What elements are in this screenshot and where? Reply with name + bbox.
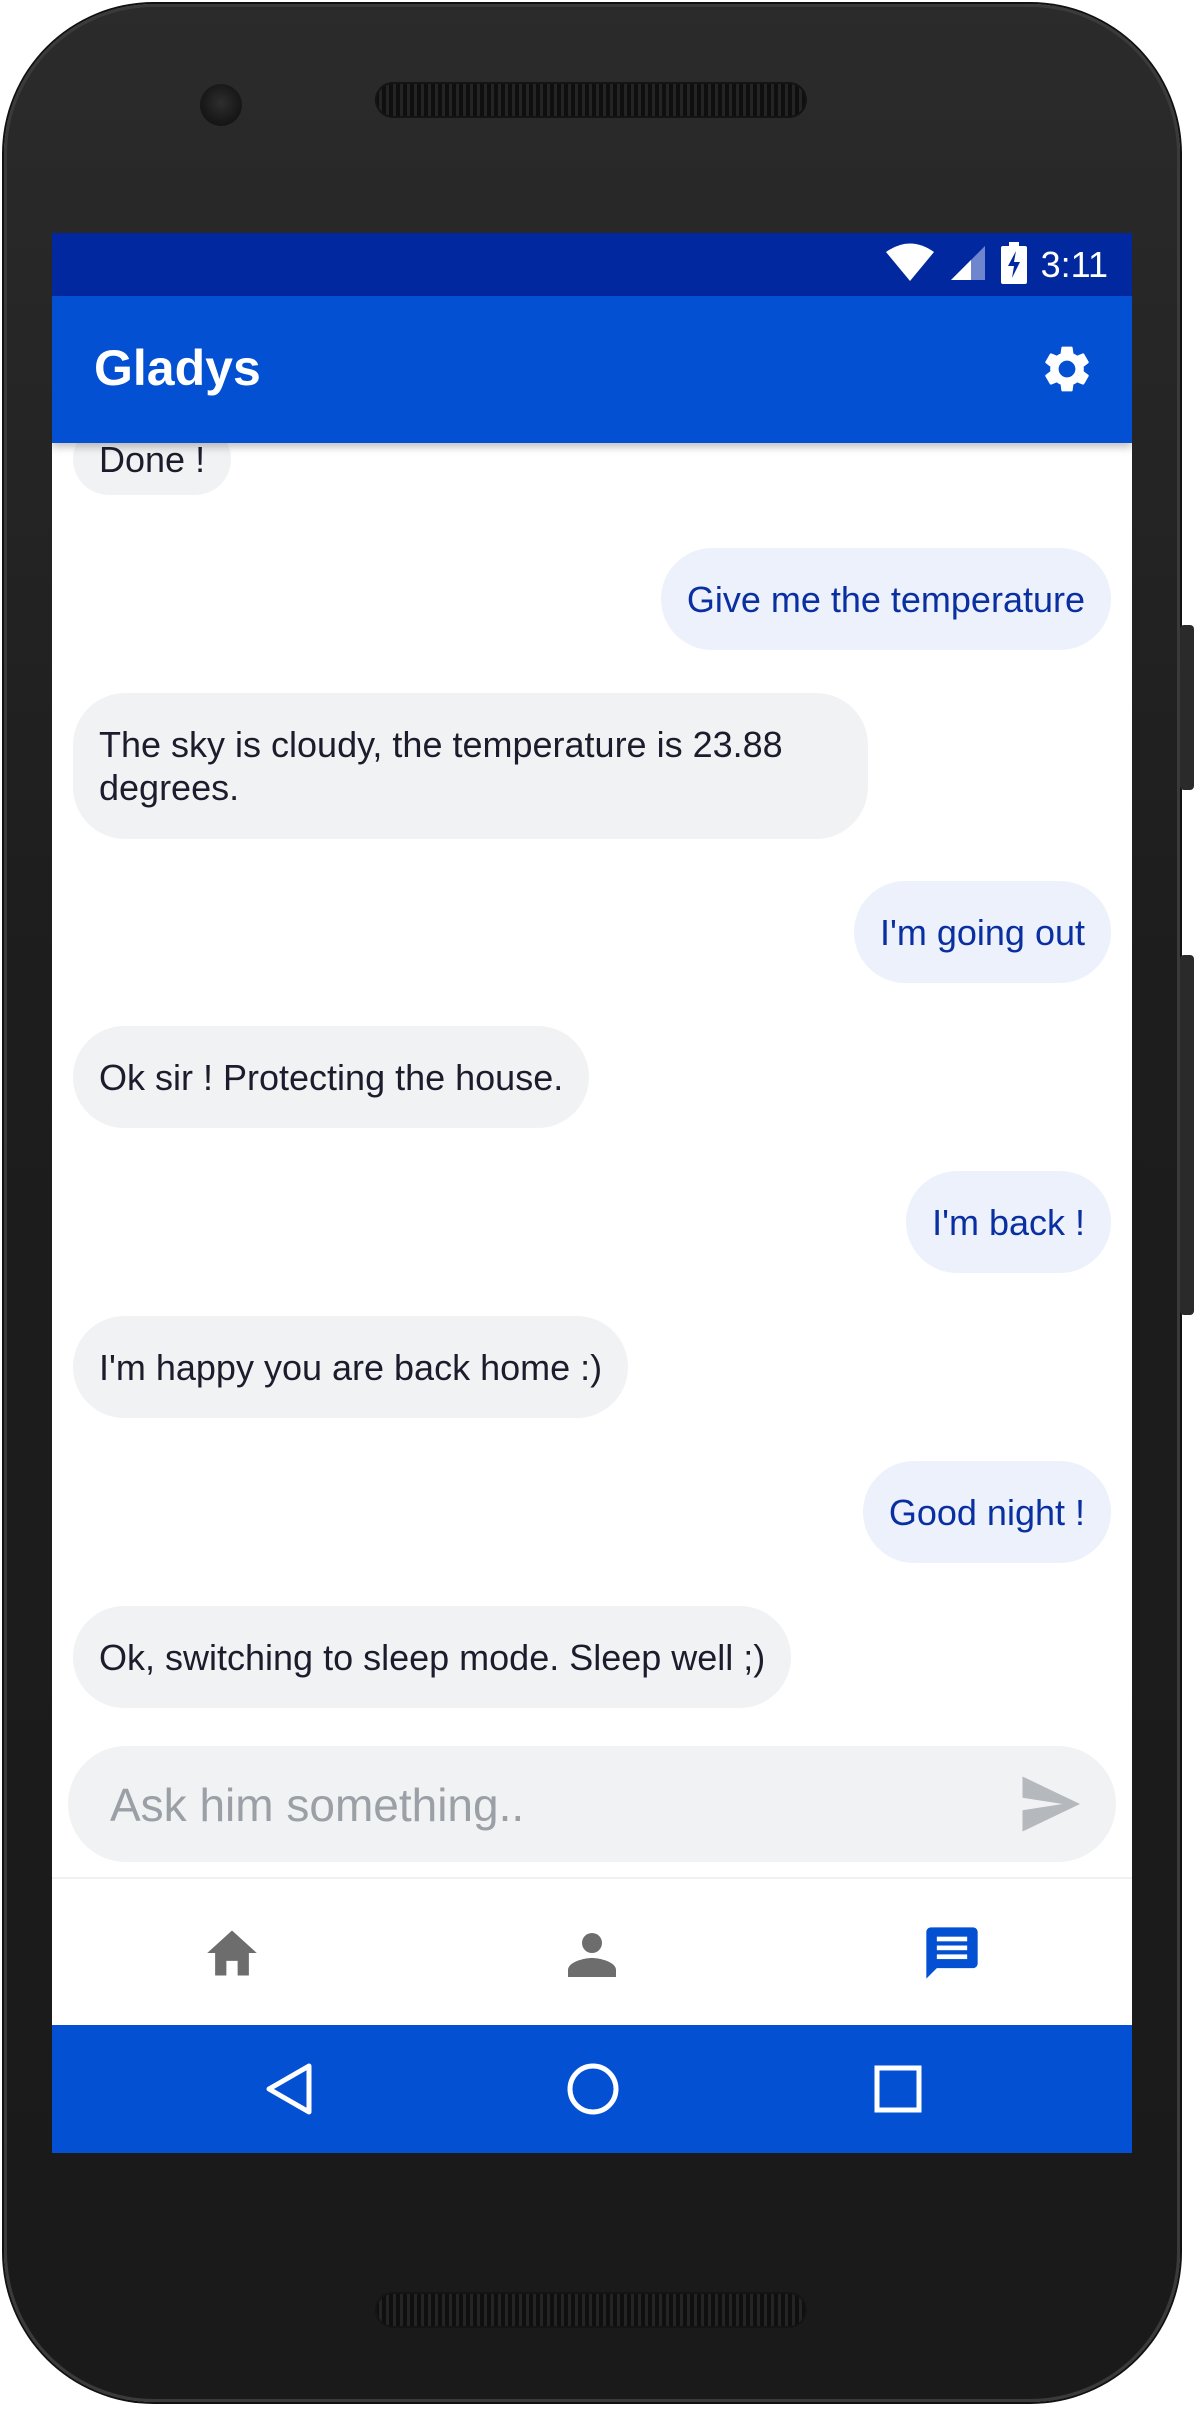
- nav-home[interactable]: [202, 1923, 262, 1983]
- battery-charging-icon: [1000, 241, 1027, 289]
- power-button: [1180, 625, 1194, 790]
- message-input[interactable]: [108, 1746, 992, 1864]
- user-message: Give me the temperature: [660, 548, 1111, 650]
- volume-button: [1180, 955, 1194, 1315]
- chat-icon: [926, 1927, 978, 1979]
- recents-button[interactable]: [868, 2059, 928, 2119]
- user-message: Good night !: [862, 1461, 1111, 1563]
- bot-message: The sky is cloudy, the temperature is 23…: [73, 693, 868, 839]
- top-speaker: [375, 82, 807, 118]
- send-icon: [1022, 1776, 1080, 1832]
- home-circle-icon: [567, 2063, 619, 2115]
- front-camera: [200, 84, 242, 126]
- status-time: 3:11: [1040, 244, 1108, 285]
- person-icon: [568, 1933, 616, 1977]
- user-message: I'm back !: [906, 1171, 1111, 1273]
- wifi-icon: [885, 243, 935, 288]
- nav-chat[interactable]: [922, 1923, 982, 1983]
- bot-message: Ok, switching to sleep mode. Sleep well …: [73, 1606, 792, 1708]
- app-bar: Gladys: [52, 296, 1132, 443]
- app-title: Gladys: [94, 340, 261, 396]
- bottom-navigation: [52, 1877, 1132, 2027]
- bottom-speaker: [375, 2292, 807, 2328]
- back-icon: [266, 2063, 312, 2115]
- send-button[interactable]: [1020, 1776, 1080, 1832]
- gear-icon: [1045, 346, 1089, 392]
- recents-icon: [874, 2065, 922, 2113]
- user-message: I'm going out: [854, 881, 1111, 983]
- bot-message: Ok sir ! Protecting the house.: [73, 1026, 590, 1128]
- back-button[interactable]: [258, 2059, 318, 2119]
- settings-button[interactable]: [1032, 334, 1102, 404]
- status-icons: 3:11: [885, 241, 1108, 289]
- message-composer: [68, 1746, 1116, 1864]
- nav-profile[interactable]: [562, 1923, 622, 1983]
- home-icon: [207, 1930, 257, 1976]
- cellular-signal-icon: [949, 244, 987, 287]
- bot-message: I'm happy you are back home :): [73, 1316, 629, 1418]
- status-bar: 3:11: [52, 233, 1132, 296]
- home-button[interactable]: [563, 2059, 623, 2119]
- system-navigation-bar: [52, 2025, 1132, 2153]
- phone-frame: 3:11 Gladys Done ! Give me the temperatu…: [0, 0, 1194, 2409]
- screen: 3:11 Gladys Done ! Give me the temperatu…: [52, 233, 1132, 2153]
- bot-message: Done !: [73, 443, 232, 495]
- chat-messages[interactable]: Done ! Give me the temperature The sky i…: [52, 443, 1132, 1745]
